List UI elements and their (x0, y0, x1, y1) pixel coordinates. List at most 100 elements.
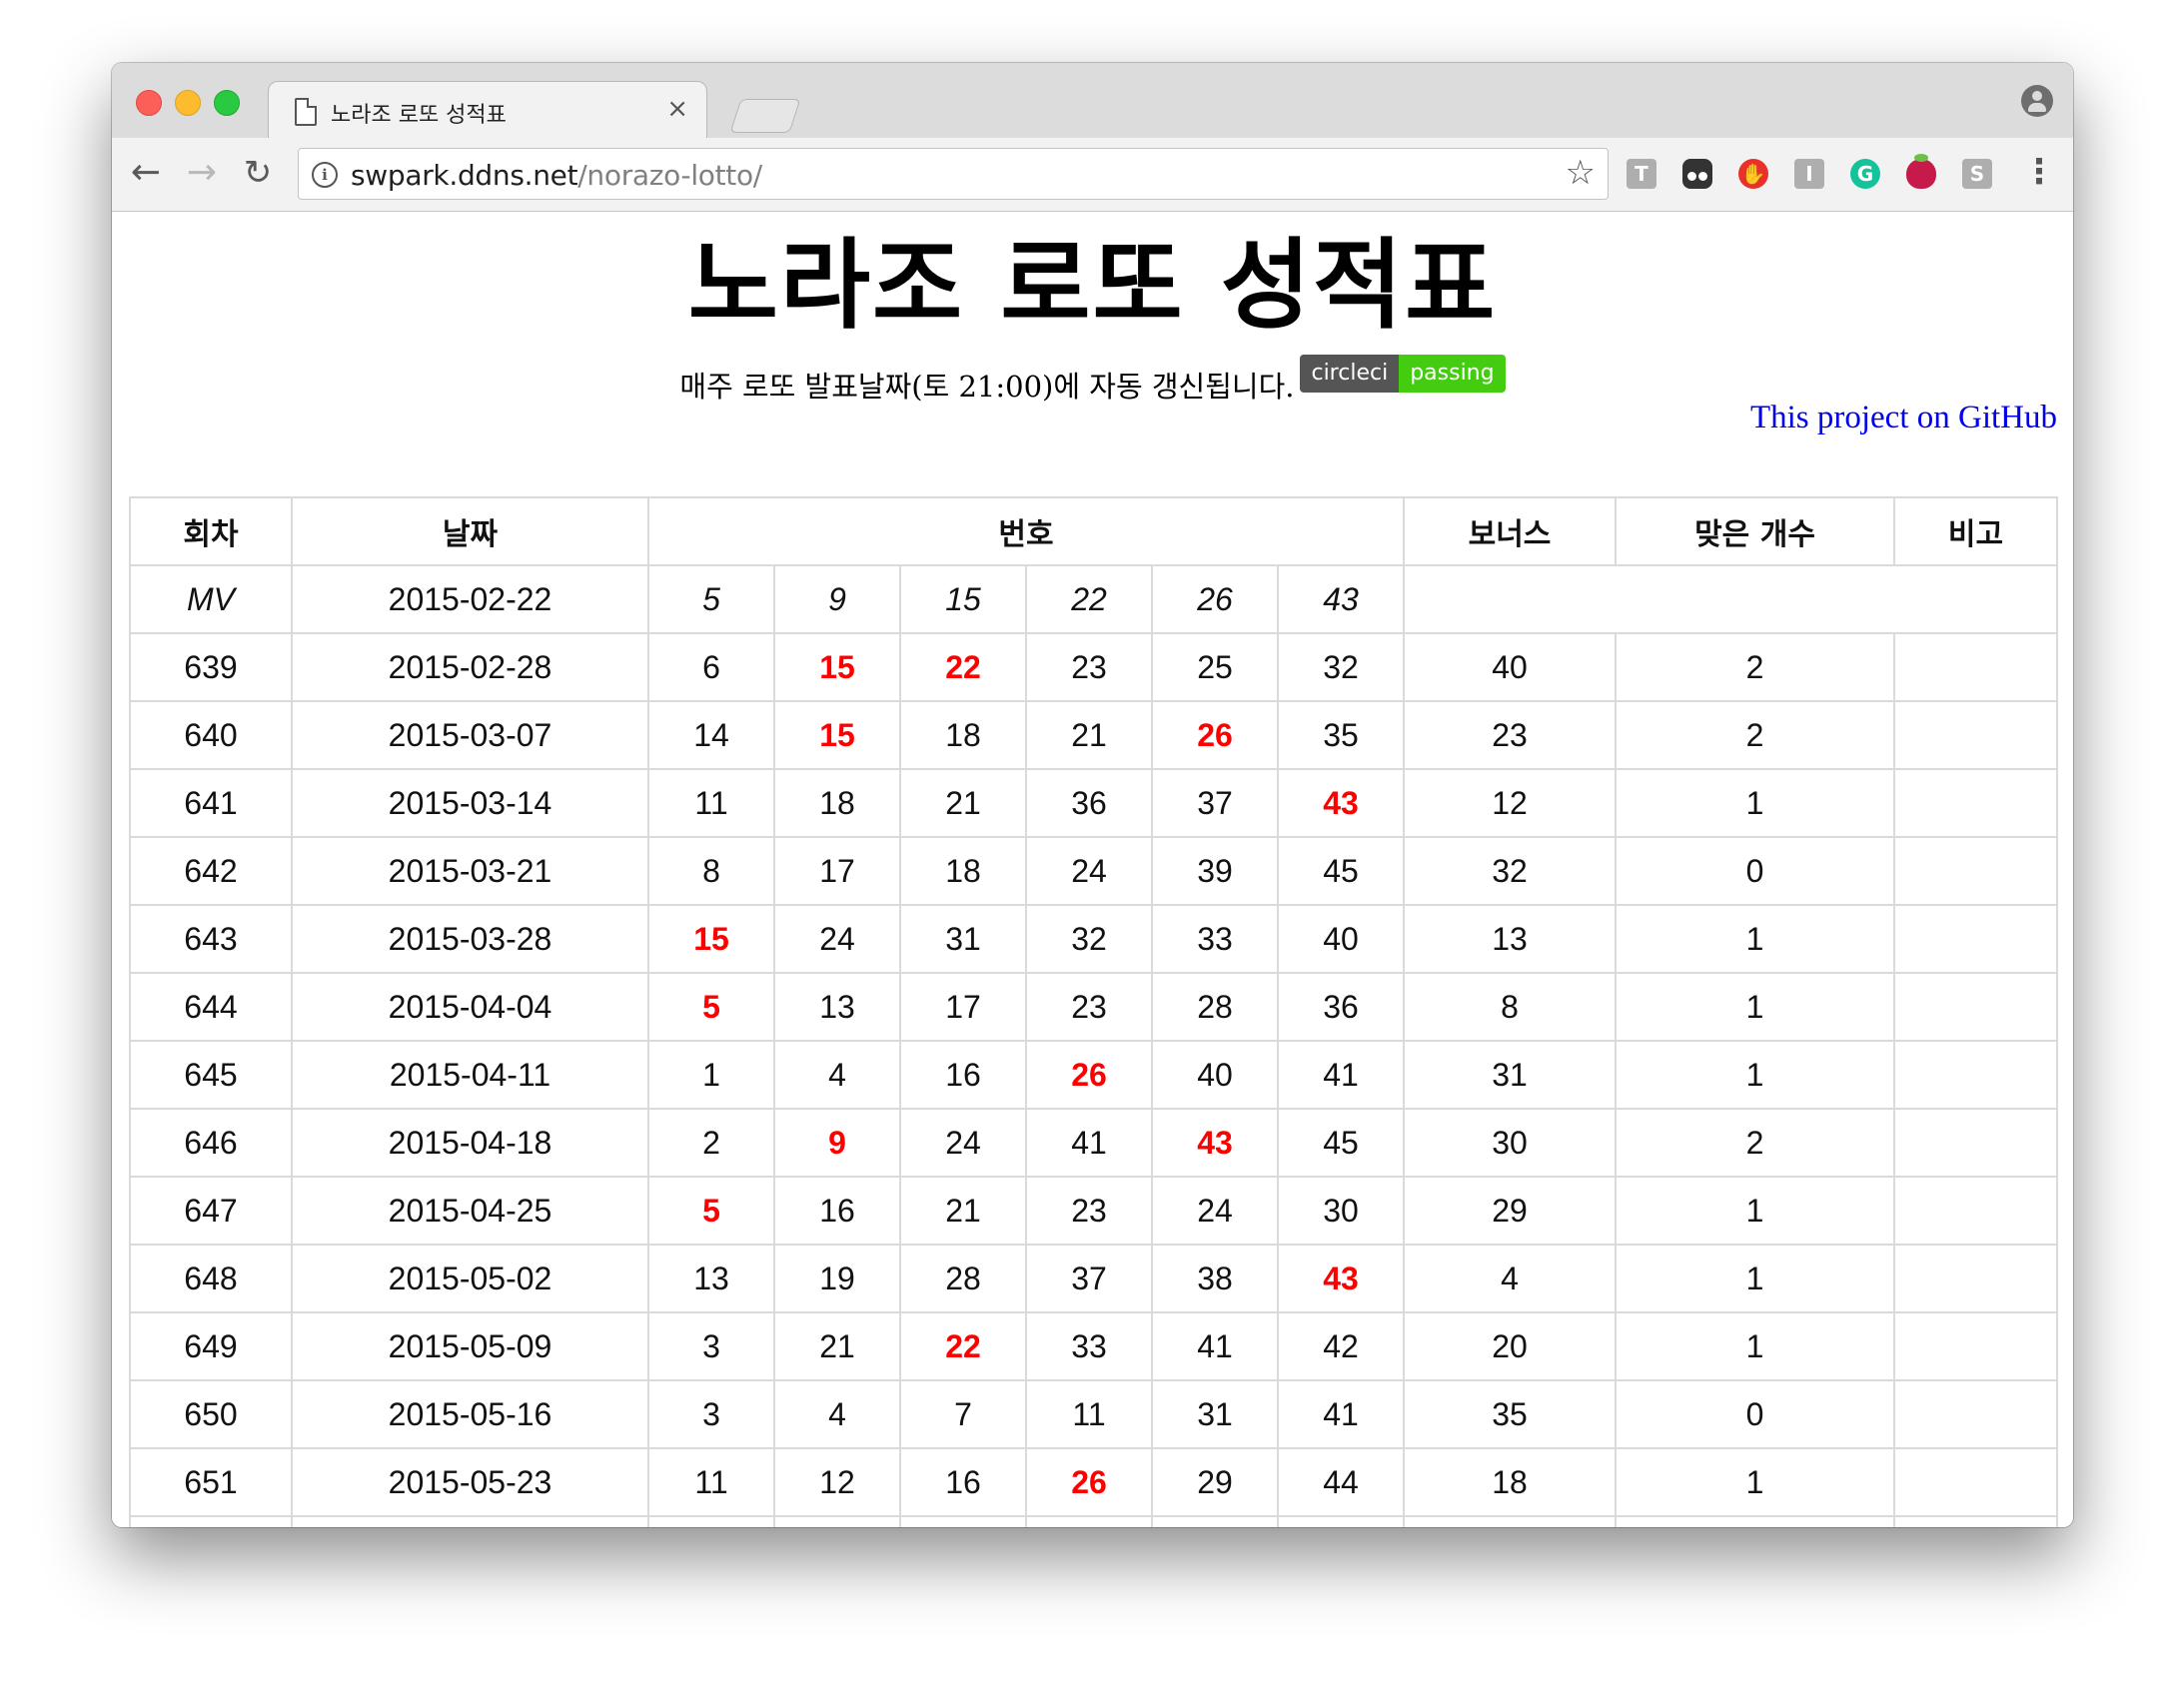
number-cell: 1 (647, 1040, 775, 1110)
zoom-window-button[interactable] (214, 90, 240, 116)
note-cell (1893, 700, 2059, 770)
extension-s-icon[interactable]: S (1962, 159, 1992, 189)
bonus-cell: 20 (1403, 1515, 1618, 1527)
number-cell: 24 (899, 1108, 1027, 1178)
tab-active[interactable]: 노라조 로또 성적표 × (268, 81, 707, 140)
matches-cell: 2 (1615, 1108, 1896, 1178)
mv-number: 5 (647, 564, 775, 634)
badge-status: passing (1399, 355, 1506, 393)
extension-i-icon[interactable]: I (1794, 159, 1824, 189)
date-cell: 2015-05-30 (291, 1515, 649, 1527)
document-icon (295, 98, 317, 126)
number-cell: 11 (647, 1447, 775, 1517)
address-bar[interactable]: i swpark.ddns.net/norazo-lotto/ ☆ (298, 148, 1609, 200)
url-text[interactable]: swpark.ddns.net/norazo-lotto/ (351, 159, 762, 192)
matched-number-cell: 43 (1276, 1244, 1406, 1313)
mv-number: 15 (899, 564, 1027, 634)
matched-number-cell: 15 (647, 904, 775, 974)
matches-cell: 1 (1615, 1176, 1896, 1246)
round-cell: 652 (129, 1515, 293, 1527)
matches-cell: 1 (1615, 1244, 1896, 1313)
header-date: 날짜 (291, 496, 649, 566)
matches-cell: 1 (1615, 972, 1896, 1042)
back-arrow-icon[interactable]: ← (126, 148, 166, 198)
matched-number-cell: 15 (773, 700, 901, 770)
url-host: swpark.ddns.net (351, 159, 578, 192)
adblock-extension-icon[interactable]: ✋ (1738, 159, 1768, 189)
info-icon[interactable]: i (312, 162, 338, 188)
bonus-cell: 40 (1403, 632, 1618, 702)
number-cell: 2 (647, 1108, 775, 1178)
browser-toolbar: ← → ↻ i swpark.ddns.net/norazo-lotto/ ☆ … (112, 138, 2073, 212)
github-link[interactable]: This project on GitHub (1750, 398, 2057, 437)
number-cell: 44 (1276, 1515, 1406, 1527)
number-cell: 38 (1151, 1244, 1279, 1313)
number-cell: 41 (1276, 1379, 1406, 1449)
matches-cell: 1 (1615, 1311, 1896, 1381)
matched-number-cell: 5 (647, 972, 775, 1042)
header-bonus: 보너스 (1403, 496, 1618, 566)
round-cell: 641 (129, 768, 293, 838)
note-cell (1893, 1379, 2059, 1449)
number-cell: 17 (773, 836, 901, 906)
note-cell (1893, 836, 2059, 906)
mv-number: 22 (1025, 564, 1153, 634)
number-cell: 24 (1025, 836, 1153, 906)
minimize-window-button[interactable] (175, 90, 201, 116)
reload-icon[interactable]: ↻ (238, 148, 278, 198)
number-cell: 32 (1025, 904, 1153, 974)
header-numbers: 번호 (646, 496, 1406, 566)
round-cell: 648 (129, 1244, 293, 1313)
date-cell: 2015-03-21 (291, 836, 649, 906)
number-cell: 36 (1276, 972, 1406, 1042)
tab-title: 노라조 로또 성적표 (331, 103, 507, 128)
number-cell: 11 (1025, 1379, 1153, 1449)
mv-row: MV 2015-02-22 5 9 15 22 26 43 (129, 564, 2059, 634)
matched-number-cell: 15 (899, 1515, 1027, 1527)
number-cell: 30 (1276, 1176, 1406, 1246)
number-cell: 45 (1276, 836, 1406, 906)
note-cell (1893, 904, 2059, 974)
profile-icon[interactable] (2021, 85, 2053, 117)
date-cell: 2015-04-11 (291, 1040, 649, 1110)
number-cell: 21 (1025, 700, 1153, 770)
matches-cell: 0 (1615, 836, 1896, 906)
number-cell: 25 (1151, 632, 1279, 702)
round-cell: 650 (129, 1379, 293, 1449)
mv-number: 43 (1276, 564, 1406, 634)
number-cell: 40 (1151, 1040, 1279, 1110)
bonus-cell: 35 (1403, 1379, 1618, 1449)
number-cell: 13 (773, 1515, 901, 1527)
matched-number-cell: 43 (1151, 1108, 1279, 1178)
number-cell: 39 (1151, 836, 1279, 906)
mv-number: 9 (773, 564, 901, 634)
matched-number-cell: 43 (1276, 768, 1406, 838)
table-row: 642 2015-03-21 8 17 18 24 39 45 32 0 (129, 836, 2059, 906)
number-cell: 19 (773, 1244, 901, 1313)
number-cell: 16 (773, 1176, 901, 1246)
extension-t-icon[interactable]: T (1627, 159, 1656, 189)
bonus-cell: 18 (1403, 1447, 1618, 1517)
raspberry-extension-icon[interactable] (1906, 154, 1936, 189)
grammarly-extension-icon[interactable]: G (1850, 159, 1880, 189)
number-cell: 28 (1151, 972, 1279, 1042)
number-cell: 41 (1276, 1040, 1406, 1110)
number-cell: 33 (1025, 1311, 1153, 1381)
number-cell: 28 (899, 1244, 1027, 1313)
close-window-button[interactable] (136, 90, 162, 116)
kebab-menu-icon[interactable]: ⋮ (2022, 152, 2056, 196)
number-cell: 21 (899, 1176, 1027, 1246)
matches-cell: 1 (1615, 1515, 1896, 1527)
matched-number-cell: 15 (773, 632, 901, 702)
number-cell: 32 (1276, 632, 1406, 702)
ghostery-extension-icon[interactable] (1682, 159, 1712, 189)
date-cell: 2015-04-18 (291, 1108, 649, 1178)
forward-arrow-icon[interactable]: → (182, 148, 222, 198)
round-cell: 647 (129, 1176, 293, 1246)
bookmark-star-icon[interactable]: ☆ (1566, 153, 1596, 193)
table-row: 645 2015-04-11 1 4 16 26 40 41 31 1 (129, 1040, 2059, 1110)
circleci-badge[interactable]: circleci passing (1300, 355, 1506, 393)
number-cell: 17 (899, 972, 1027, 1042)
tab-close-icon[interactable]: × (666, 94, 688, 124)
new-tab-button[interactable] (729, 99, 801, 133)
